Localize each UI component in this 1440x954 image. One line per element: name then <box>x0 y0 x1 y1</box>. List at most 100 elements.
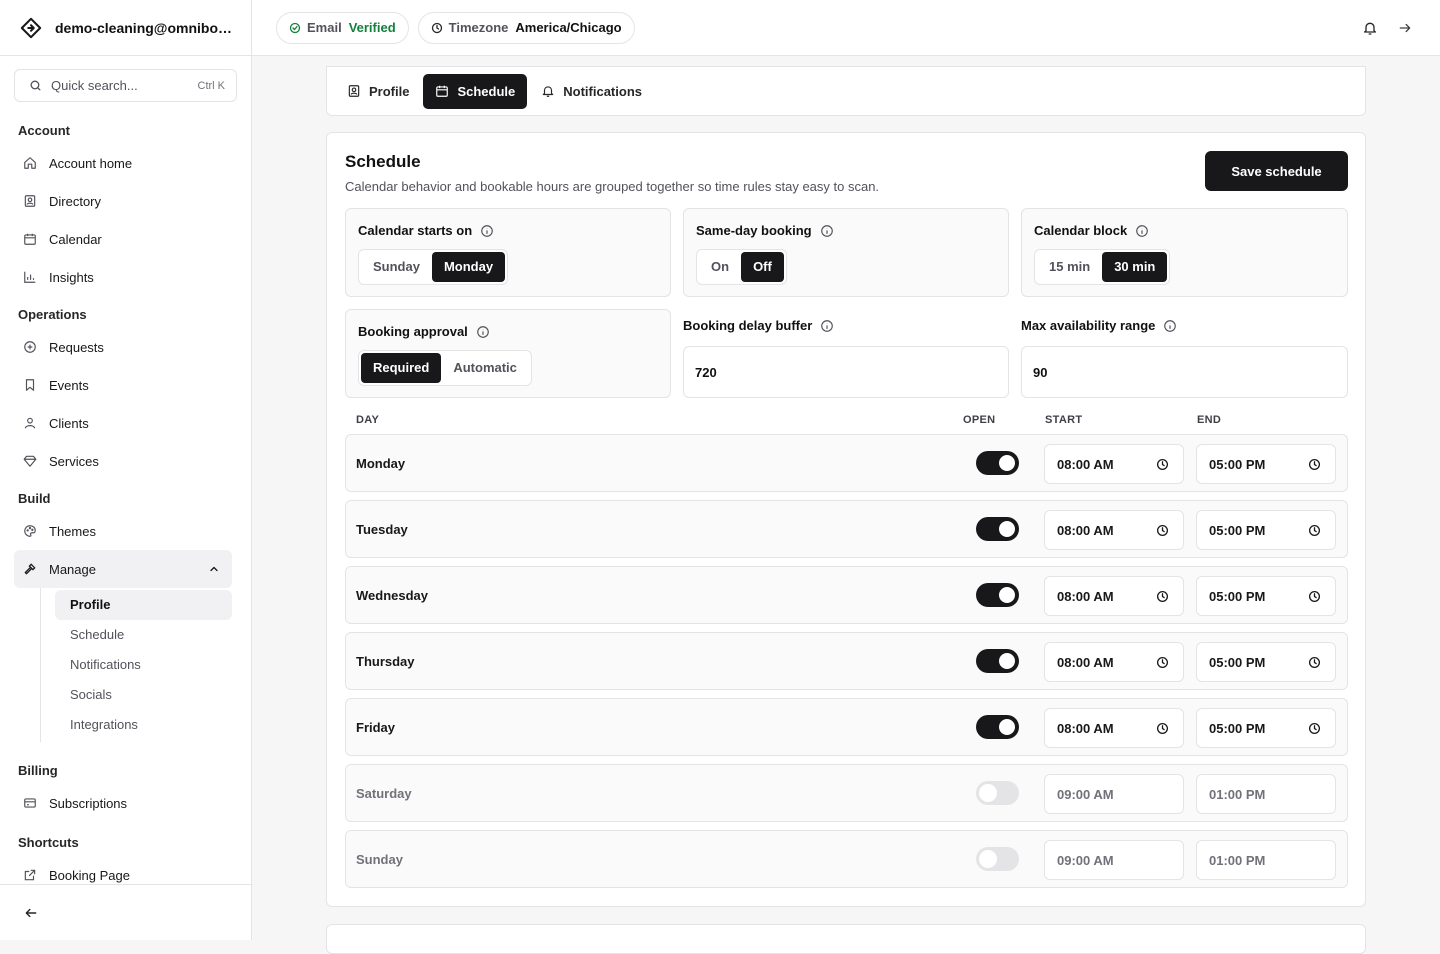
tab-profile[interactable]: Profile <box>335 74 421 109</box>
clock-icon[interactable] <box>1156 524 1169 537</box>
tab-label: Profile <box>369 83 410 99</box>
start-time-input[interactable]: 08:00 AM <box>1044 576 1184 616</box>
start-time-input[interactable]: 09:00 AM <box>1044 774 1184 814</box>
clock-icon[interactable] <box>1156 590 1169 603</box>
segment-30-min[interactable]: 30 min <box>1102 252 1168 282</box>
segment-monday[interactable]: Monday <box>431 252 506 282</box>
start-time-input[interactable]: 08:00 AM <box>1044 510 1184 550</box>
sidebar-item-clients[interactable]: Clients <box>0 404 251 442</box>
info-icon[interactable] <box>1163 319 1177 333</box>
sidebar-item-calendar[interactable]: Calendar <box>0 220 251 258</box>
day-name: Tuesday <box>356 522 408 537</box>
sidebar-item-requests[interactable]: Requests <box>0 328 251 366</box>
submenu-item-profile[interactable]: Profile <box>55 590 232 620</box>
search-shortcut: Ctrl K <box>197 79 226 92</box>
schedule-card: Schedule Calendar behavior and bookable … <box>326 132 1366 907</box>
next-section-card <box>326 924 1366 954</box>
header-end: END <box>1197 414 1222 426</box>
sidebar-item-insights[interactable]: Insights <box>0 258 251 296</box>
day-open-toggle[interactable] <box>976 451 1019 475</box>
save-schedule-button[interactable]: Save schedule <box>1205 151 1348 191</box>
day-name: Sunday <box>356 852 403 867</box>
segment-automatic[interactable]: Automatic <box>441 353 529 383</box>
clock-icon[interactable] <box>1156 458 1169 471</box>
bell-icon[interactable] <box>1362 20 1378 36</box>
end-time-input[interactable]: 05:00 PM <box>1196 708 1336 748</box>
day-open-toggle[interactable] <box>976 517 1019 541</box>
sidebar-item-subscriptions[interactable]: Subscriptions <box>0 784 251 822</box>
quick-search-input[interactable]: Quick search... Ctrl K <box>14 69 237 102</box>
segment-off[interactable]: Off <box>741 252 784 282</box>
day-open-toggle[interactable] <box>976 715 1019 739</box>
clock-icon[interactable] <box>1156 656 1169 669</box>
booking-delay-buffer-input[interactable]: 720 <box>683 346 1009 398</box>
section-shortcuts: Shortcuts <box>18 835 79 850</box>
info-icon[interactable] <box>476 325 490 339</box>
day-open-toggle[interactable] <box>976 649 1019 673</box>
user-icon <box>24 417 36 429</box>
clock-icon[interactable] <box>1156 722 1169 735</box>
info-icon[interactable] <box>820 319 834 333</box>
clock-icon[interactable] <box>1308 524 1321 537</box>
start-time-value: 08:00 AM <box>1057 456 1114 472</box>
logo-icon[interactable] <box>20 17 42 39</box>
tab-notifications[interactable]: Notifications <box>529 74 654 109</box>
sidebar-item-services[interactable]: Services <box>0 442 251 480</box>
info-icon[interactable] <box>1135 224 1149 238</box>
timezone-value: America/Chicago <box>515 20 622 35</box>
submenu-item-notifications[interactable]: Notifications <box>55 650 232 680</box>
arrow-right-icon[interactable] <box>1398 21 1412 35</box>
submenu-item-integrations[interactable]: Integrations <box>55 710 232 740</box>
chevron-up-icon[interactable] <box>208 563 220 575</box>
sidebar-item-label: Manage <box>49 561 96 577</box>
end-time-input[interactable]: 05:00 PM <box>1196 510 1336 550</box>
info-icon[interactable] <box>480 224 494 238</box>
end-time-input[interactable]: 05:00 PM <box>1196 444 1336 484</box>
check-circle-icon <box>289 22 301 33</box>
clock-icon[interactable] <box>1308 656 1321 669</box>
section-operations: Operations <box>18 307 87 322</box>
clock-icon[interactable] <box>1308 590 1321 603</box>
end-time-input[interactable]: 05:00 PM <box>1196 642 1336 682</box>
booking-delay-buffer-field: Booking delay buffer 720 <box>683 318 1009 398</box>
sidebar-item-directory[interactable]: Directory <box>0 182 251 220</box>
timezone-badge: Timezone America/Chicago <box>417 11 635 44</box>
submenu-item-schedule[interactable]: Schedule <box>55 620 232 650</box>
day-open-toggle[interactable] <box>976 847 1019 871</box>
day-open-toggle[interactable] <box>976 583 1019 607</box>
day-row-friday: Friday 08:00 AM 05:00 PM <box>345 698 1348 756</box>
end-time-input[interactable]: 01:00 PM <box>1196 774 1336 814</box>
sidebar-item-manage[interactable]: Manage <box>14 550 232 588</box>
start-time-input[interactable]: 08:00 AM <box>1044 708 1184 748</box>
tab-schedule[interactable]: Schedule <box>423 73 528 109</box>
clock-icon[interactable] <box>1308 722 1321 735</box>
home-icon <box>24 157 36 169</box>
end-time-input[interactable]: 05:00 PM <box>1196 576 1336 616</box>
clock-icon[interactable] <box>1308 458 1321 471</box>
segment-required[interactable]: Required <box>361 353 442 383</box>
info-icon[interactable] <box>820 224 834 238</box>
sidebar-item-booking-page[interactable]: Booking Page <box>0 856 251 884</box>
end-time-value: 05:00 PM <box>1209 522 1266 538</box>
collapse-sidebar-icon[interactable] <box>24 906 38 920</box>
segment-on[interactable]: On <box>699 252 741 282</box>
day-open-toggle[interactable] <box>976 781 1019 805</box>
sidebar-item-themes[interactable]: Themes <box>0 512 251 550</box>
max-availability-range-input[interactable]: 90 <box>1021 346 1348 398</box>
submenu-item-socials[interactable]: Socials <box>55 680 232 710</box>
start-time-input[interactable]: 09:00 AM <box>1044 840 1184 880</box>
account-email[interactable]: demo-cleaning@omnibooki... <box>55 20 233 36</box>
hammer-icon <box>24 563 36 575</box>
field-label: Booking delay buffer <box>683 318 1009 333</box>
start-time-input[interactable]: 08:00 AM <box>1044 444 1184 484</box>
segment-15-min[interactable]: 15 min <box>1037 252 1102 282</box>
start-time-input[interactable]: 08:00 AM <box>1044 642 1184 682</box>
day-row-tuesday: Tuesday 08:00 AM 05:00 PM <box>345 500 1348 558</box>
option-label: Booking approval <box>358 324 658 339</box>
segment-sunday[interactable]: Sunday <box>361 252 432 282</box>
header-start: START <box>1045 414 1083 426</box>
end-time-input[interactable]: 01:00 PM <box>1196 840 1336 880</box>
same-day-booking-option: Same-day booking On Off <box>683 208 1009 297</box>
sidebar-item-events[interactable]: Events <box>0 366 251 404</box>
sidebar-item-account-home[interactable]: Account home <box>0 144 251 182</box>
